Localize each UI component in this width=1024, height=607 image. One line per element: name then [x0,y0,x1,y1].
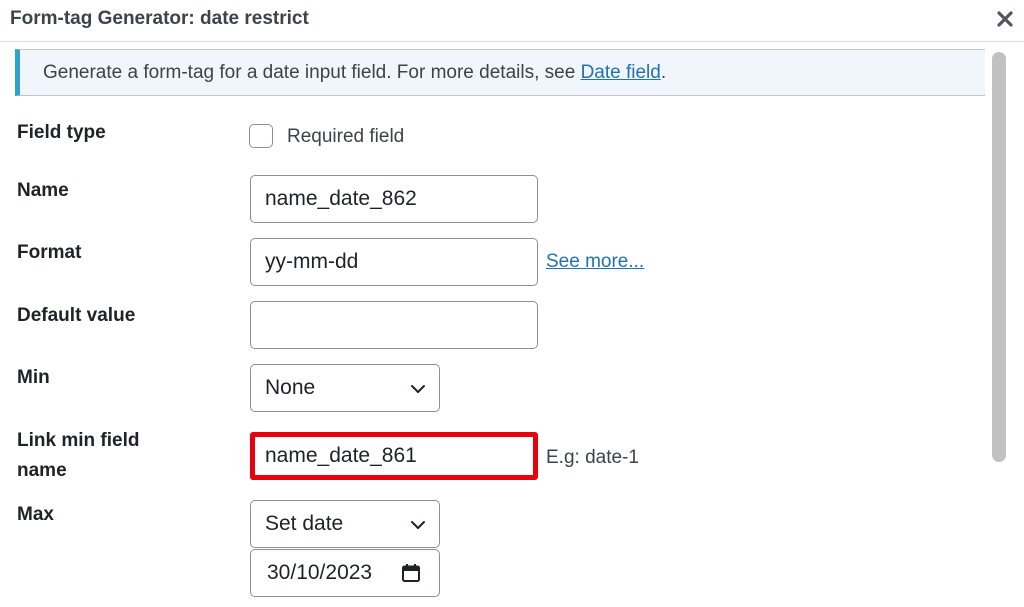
close-icon[interactable] [990,4,1020,34]
dialog-titlebar: Form-tag Generator: date restrict [0,0,1024,42]
max-select[interactable]: Set date [250,500,440,548]
required-field-checkbox[interactable] [249,124,273,148]
min-select[interactable]: None [250,364,440,412]
notice-suffix: . [660,62,667,83]
link-min-hint: E.g: date-1 [546,447,639,468]
min-label: Min [17,367,50,388]
field-type-label: Field type [17,122,106,143]
required-field-label[interactable]: Required field [287,124,404,150]
link-min-field-input[interactable]: name_date_861 [250,432,538,480]
max-select-value: Set date [265,512,344,535]
default-value-input[interactable] [250,301,538,349]
max-label: Max [17,504,54,525]
scrollbar-thumb[interactable] [992,52,1006,462]
chevron-down-icon [411,385,425,393]
format-label: Format [17,242,82,263]
default-value-label: Default value [17,305,136,326]
see-more-link[interactable]: See more... [546,251,644,273]
format-input[interactable]: yy-mm-dd [250,238,538,286]
name-label: Name [17,180,69,201]
info-notice: Generate a form-tag for a date input fie… [15,49,985,96]
chevron-down-icon [411,521,425,529]
min-select-value: None [265,376,316,399]
calendar-icon[interactable] [401,563,421,583]
max-date-value: 30/10/2023 [267,561,373,584]
name-input[interactable]: name_date_862 [250,175,538,223]
date-field-link[interactable]: Date field [581,62,661,83]
dialog-content: Generate a form-tag for a date input fie… [0,42,986,607]
dialog-title: Form-tag Generator: date restrict [10,8,309,29]
link-min-field-label: Link min field name [17,430,140,481]
notice-text: Generate a form-tag for a date input fie… [43,62,581,83]
max-date-input[interactable]: 30/10/2023 [250,549,440,597]
